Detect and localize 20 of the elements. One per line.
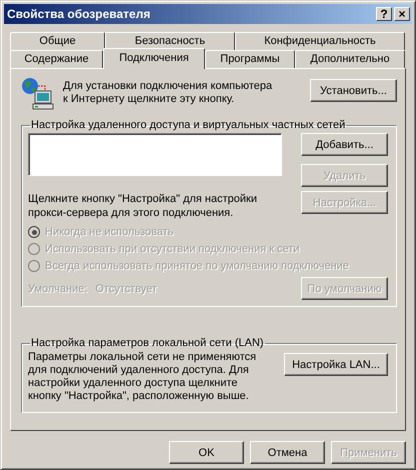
- setup-button[interactable]: Установить...: [310, 79, 397, 102]
- lan-settings-button[interactable]: Настройка LAN...: [284, 353, 388, 376]
- dialog-button[interactable]: OK: [169, 441, 244, 464]
- tab[interactable]: Общие: [10, 32, 105, 50]
- tab[interactable]: Конфиденциальность: [235, 32, 405, 50]
- help-button[interactable]: ?: [376, 7, 392, 21]
- tab[interactable]: Программы: [205, 50, 295, 68]
- list-action-button[interactable]: Добавить...: [301, 133, 388, 156]
- dialog-button[interactable]: Отмена: [250, 441, 325, 464]
- group-title: Настройка удаленного доступа и виртуальных частных сетей: [30, 119, 346, 131]
- setup-instruction: Для установки подключения компьютера к Интернету щелкните эту кнопку.: [63, 80, 274, 106]
- close-button[interactable]: ×: [394, 7, 410, 21]
- lan-description: Параметры локальной сети не применяются для подключений удаленного доступа. Для настройки удаленного доступа щелкните кнопку "Настройка", расположенную выше.: [28, 351, 258, 403]
- tab[interactable]: Дополнительно: [295, 50, 405, 68]
- globe-computer-icon: [21, 77, 55, 111]
- proxy-instruction: Щелкните кнопку "Настройка" для настройки прокси-сервера для этого подключения.: [28, 192, 258, 220]
- group-title: Настройка параметров локальной сети (LAN): [30, 337, 265, 349]
- window-title: Свойства обозревателя: [7, 7, 150, 21]
- tab[interactable]: Подключения: [103, 48, 205, 69]
- connection-list[interactable]: [28, 133, 282, 176]
